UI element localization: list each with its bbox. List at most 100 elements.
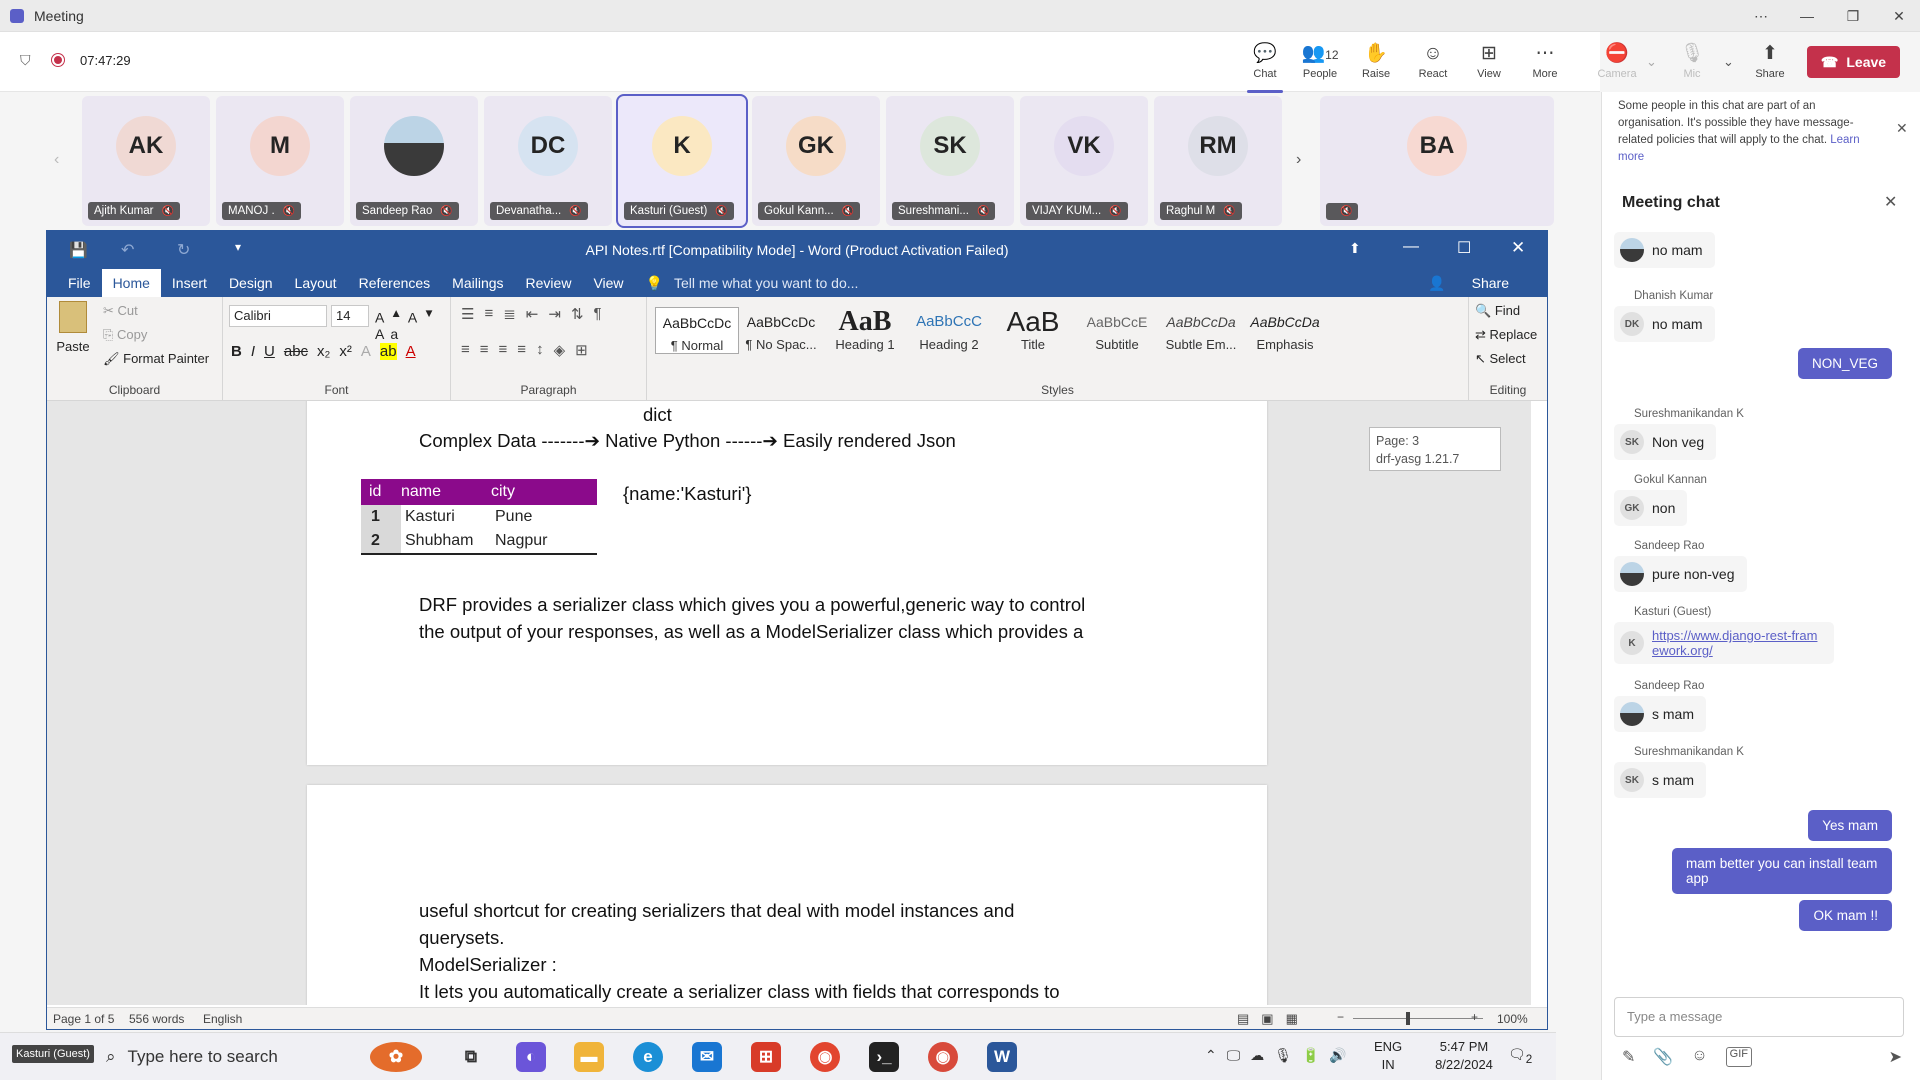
chat-message[interactable]: Kasturi (Guest) Khttps://www.django-rest-… — [1614, 606, 1834, 664]
font-color-button[interactable]: A — [406, 343, 416, 360]
mic-options-chevron-icon[interactable]: ⌄ — [1723, 54, 1734, 70]
shading-icon[interactable]: ◈ — [554, 341, 566, 359]
close-chat-icon[interactable]: ✕ — [1884, 192, 1897, 212]
find-button[interactable]: 🔍 Find — [1475, 303, 1520, 319]
strikethrough-button[interactable]: abc — [284, 343, 308, 360]
my-chat-message[interactable]: Yes mam — [1808, 810, 1892, 841]
tab-review[interactable]: Review — [515, 269, 583, 297]
cut-button[interactable]: ✂ Cut — [103, 303, 138, 319]
subscript-button[interactable]: x₂ — [317, 343, 330, 360]
page-count[interactable]: Page 1 of 5 — [53, 1012, 114, 1026]
mail-icon[interactable]: ✉ — [692, 1042, 722, 1072]
participant-tile[interactable]: VK VIJAY KUM... 🔇 — [1020, 96, 1148, 226]
align-right-icon[interactable]: ≡ — [499, 341, 508, 359]
notifications-icon[interactable]: 🗨2 — [1508, 1046, 1532, 1066]
zoom-level[interactable]: 100% — [1497, 1012, 1528, 1026]
font-name-select[interactable]: Calibri — [229, 305, 327, 327]
italic-button[interactable]: I — [251, 343, 255, 360]
font-size-select[interactable]: 14 — [331, 305, 369, 327]
word-minimize-icon[interactable]: — — [1403, 238, 1419, 256]
decrease-indent-icon[interactable]: ⇤ — [526, 305, 539, 323]
edge-icon[interactable]: e — [633, 1042, 663, 1072]
style-title[interactable]: AaB Title — [991, 307, 1075, 352]
chat-message[interactable]: Gokul Kannan GK non — [1614, 474, 1707, 526]
style-emphasis[interactable]: AaBbCcDa Emphasis — [1243, 307, 1327, 352]
gallery-next-icon[interactable]: › — [1296, 151, 1301, 169]
chat-message[interactable]: Sureshmanikandan K SK Non veg — [1614, 408, 1744, 460]
document-canvas[interactable]: dict Complex Data -------➔ Native Python… — [47, 401, 1531, 1005]
style-heading-2[interactable]: AaBbCcC Heading 2 — [907, 307, 991, 352]
people-button[interactable]: 👥12 People — [1292, 42, 1348, 80]
clock[interactable]: 5:47 PM 8/22/2024 — [1424, 1038, 1504, 1074]
tab-home[interactable]: Home — [101, 269, 161, 297]
increase-indent-icon[interactable]: ⇥ — [548, 305, 561, 323]
align-left-icon[interactable]: ≡ — [461, 341, 470, 359]
participant-tile[interactable]: M MANOJ . 🔇 — [216, 96, 344, 226]
my-chat-message[interactable]: mam better you can install team app — [1672, 848, 1892, 894]
zoom-slider[interactable] — [1353, 1018, 1483, 1019]
word-count[interactable]: 556 words — [129, 1012, 184, 1026]
proofing-language[interactable]: English — [203, 1012, 242, 1026]
tab-insert[interactable]: Insert — [161, 269, 218, 297]
chat-message[interactable]: Sureshmanikandan K SK s mam — [1614, 746, 1744, 798]
dismiss-notice-icon[interactable]: ✕ — [1896, 120, 1908, 137]
chat-link[interactable]: https://www.django-rest-framework.org/ — [1652, 628, 1822, 658]
ribbon-display-icon[interactable]: ⬆ — [1349, 240, 1361, 257]
style-no-spac[interactable]: AaBbCcDc ¶ No Spac... — [739, 307, 823, 352]
word-maximize-icon[interactable]: ☐ — [1457, 238, 1471, 258]
share-button[interactable]: ⬆ Share — [1742, 42, 1798, 80]
tab-references[interactable]: References — [348, 269, 442, 297]
borders-icon[interactable]: ⊞ — [575, 341, 588, 359]
zoom-out-icon[interactable]: − — [1337, 1010, 1344, 1024]
chat-message[interactable]: Sandeep Rao s mam — [1614, 680, 1706, 732]
gif-icon[interactable]: GIF — [1725, 1047, 1753, 1067]
system-tray-icons[interactable]: ⌃🖵☁🎙🔋🔊 — [1205, 1047, 1357, 1064]
input-language[interactable]: ENG IN — [1374, 1038, 1402, 1074]
chat-message[interactable]: no mam — [1614, 232, 1715, 268]
chat-button[interactable]: 💬 Chat — [1237, 42, 1293, 93]
camera-options-chevron-icon[interactable]: ⌄ — [1646, 54, 1657, 70]
search-highlight-icon[interactable]: ✿ — [370, 1042, 422, 1072]
restore-icon[interactable]: ❐ — [1830, 8, 1876, 25]
participant-tile[interactable]: BA 🔇 — [1320, 96, 1554, 226]
line-spacing-icon[interactable]: ↕ — [536, 341, 544, 359]
numbering-icon[interactable]: ≡ — [484, 305, 493, 323]
more-button[interactable]: ⋯ More — [1517, 42, 1573, 80]
style-subtitle[interactable]: AaBbCcE Subtitle — [1075, 307, 1159, 352]
share-doc-button[interactable]: 👤 Share — [1406, 269, 1531, 297]
participant-tile[interactable]: SK Sureshmani... 🔇 — [886, 96, 1014, 226]
text-effects-button[interactable]: A — [361, 343, 371, 360]
format-icon[interactable]: ✎ — [1622, 1047, 1635, 1067]
style-normal[interactable]: AaBbCcDc ¶ Normal — [655, 307, 739, 354]
chat-message[interactable]: Sandeep Rao pure non-veg — [1614, 540, 1747, 592]
participant-tile[interactable]: RM Raghul M 🔇 — [1154, 96, 1282, 226]
view-mode-icons[interactable]: ▤▣▦ — [1237, 1011, 1310, 1027]
participant-tile[interactable]: Sandeep Rao 🔇 — [350, 96, 478, 226]
my-chat-message[interactable]: NON_VEG — [1797, 348, 1892, 379]
paste-button[interactable]: Paste — [55, 301, 91, 354]
store-icon[interactable]: ⊞ — [751, 1042, 781, 1072]
leave-button[interactable]: ☎ Leave — [1807, 46, 1900, 78]
tab-file[interactable]: File — [57, 269, 102, 297]
task-view-icon[interactable]: ⧉ — [456, 1042, 486, 1072]
style-heading-1[interactable]: AaB Heading 1 — [823, 307, 907, 352]
zoom-slider-thumb[interactable] — [1406, 1012, 1410, 1025]
bullets-icon[interactable]: ☰ — [461, 305, 474, 323]
tab-design[interactable]: Design — [218, 269, 284, 297]
attach-icon[interactable]: 📎 — [1653, 1047, 1673, 1067]
highlight-button[interactable]: ab — [379, 343, 397, 360]
sort-icon[interactable]: ⇅ — [571, 305, 584, 323]
minimize-icon[interactable]: — — [1784, 8, 1830, 24]
zoom-in-icon[interactable]: + — [1471, 1010, 1478, 1024]
word-close-icon[interactable]: ✕ — [1511, 238, 1525, 258]
chat-message[interactable]: Dhanish Kumar DK no mam — [1614, 290, 1715, 342]
pilcrow-icon[interactable]: ¶ — [594, 305, 602, 323]
justify-icon[interactable]: ≡ — [517, 341, 526, 359]
send-icon[interactable]: ➤ — [1889, 1047, 1902, 1067]
view-button[interactable]: ⊞ View — [1461, 42, 1517, 80]
close-icon[interactable]: ✕ — [1876, 8, 1920, 25]
select-button[interactable]: ↖ Select — [1475, 351, 1526, 367]
gallery-prev-icon[interactable]: ‹ — [54, 151, 59, 169]
camera-button[interactable]: ⛔ Camera — [1589, 42, 1645, 80]
copy-button[interactable]: ⎘ Copy — [103, 327, 147, 343]
